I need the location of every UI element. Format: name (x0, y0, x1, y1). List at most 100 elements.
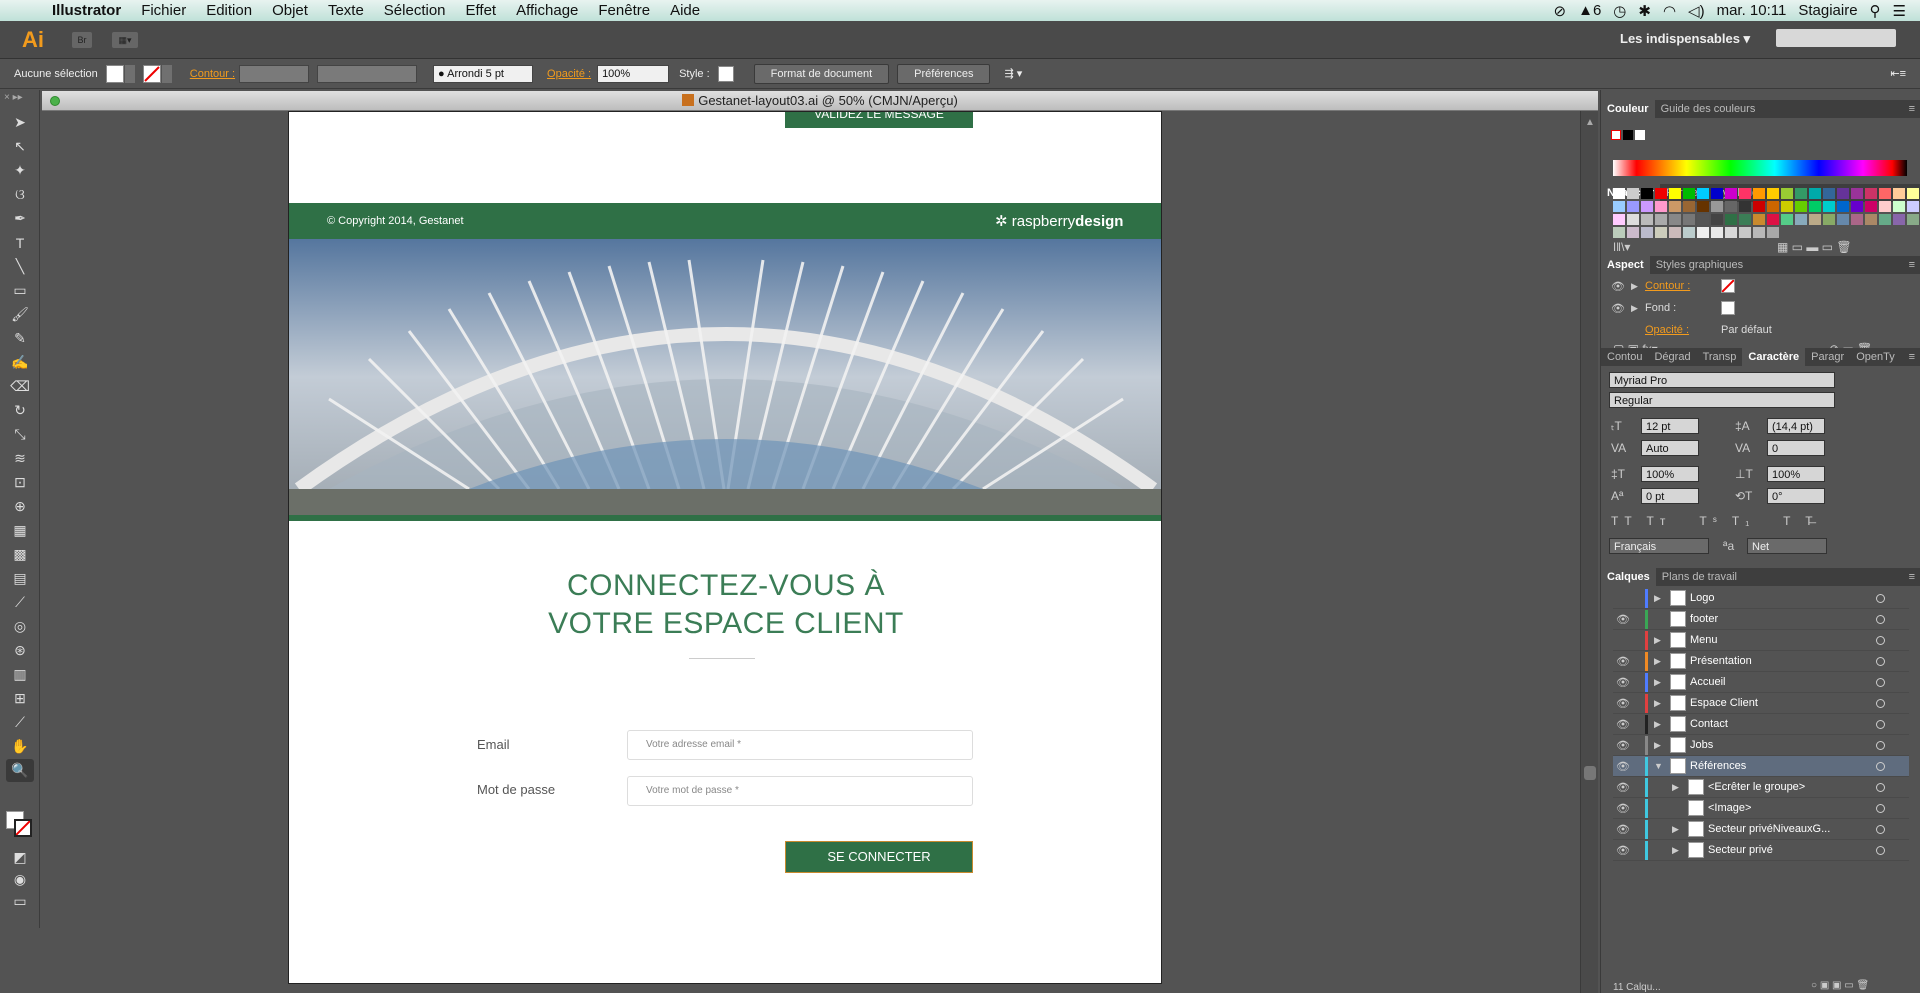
symbol-sprayer-tool-icon[interactable]: ⊛ (6, 639, 34, 662)
layer-name[interactable]: Contact (1690, 718, 1728, 730)
color-swatch[interactable] (1655, 214, 1667, 225)
color-swatch[interactable] (1739, 188, 1751, 199)
layer-row[interactable]: 👁 ▶ <Ecrêter le groupe> (1613, 777, 1909, 798)
brush-definition[interactable]: ● Arrondi 5 pt (433, 64, 534, 83)
color-swatch[interactable] (1669, 201, 1681, 212)
layers-menu-icon[interactable]: ≡ (1909, 571, 1920, 583)
draw-mode-icon[interactable]: ◉ (6, 868, 34, 891)
layer-name[interactable]: Accueil (1690, 676, 1725, 688)
color-swatch[interactable] (1907, 188, 1919, 199)
color-swatch[interactable] (1837, 214, 1849, 225)
layer-row[interactable]: 👁 ▶ Secteur privéNiveauxG... (1613, 819, 1909, 840)
expand-layer-icon[interactable]: ▶ (1654, 698, 1666, 709)
eye-icon[interactable]: 👁 (1613, 781, 1633, 794)
color-swatch[interactable] (1655, 188, 1667, 199)
preferences-button[interactable]: Préférences (897, 63, 991, 84)
color-panel-menu-icon[interactable]: ≡ (1909, 103, 1920, 115)
tab-contour[interactable]: Contou (1601, 348, 1648, 366)
color-swatch[interactable] (1669, 188, 1681, 199)
color-mode-icon[interactable]: ◩ (6, 846, 34, 869)
color-swatch[interactable] (1711, 214, 1723, 225)
aspect-opacity-label[interactable]: Opacité : (1645, 324, 1725, 336)
layer-name[interactable]: Jobs (1690, 739, 1713, 751)
artboard[interactable]: VALIDEZ LE MESSAGE © Copyright 2014, Ges… (288, 111, 1162, 984)
line-tool-icon[interactable]: ╲ (6, 255, 34, 278)
hand-tool-icon[interactable]: ✋ (6, 735, 34, 758)
color-swatch[interactable] (1683, 214, 1695, 225)
color-swatch[interactable] (1725, 214, 1737, 225)
tab-paragraphe[interactable]: Paragr (1805, 348, 1850, 366)
color-swatch[interactable] (1851, 214, 1863, 225)
color-swatch[interactable] (1837, 188, 1849, 199)
text-case-icons[interactable]: TT Tт Tˢ T₁ T T̶ (1611, 514, 1819, 528)
color-swatch[interactable] (1823, 201, 1835, 212)
tab-couleur[interactable]: Couleur (1601, 100, 1655, 118)
arrange-icon[interactable]: ⇶ ▾ (1004, 67, 1022, 80)
layer-row[interactable]: ▶ Logo (1613, 588, 1909, 609)
kerning-field[interactable]: Auto (1641, 440, 1699, 456)
vertical-scrollbar[interactable]: ▲ (1580, 111, 1598, 993)
color-swatch[interactable] (1697, 227, 1709, 238)
width-tool-icon[interactable]: ≋ (6, 447, 34, 470)
tab-plans-de-travail[interactable]: Plans de travail (1656, 568, 1743, 586)
color-swatch[interactable] (1893, 214, 1905, 225)
color-swatch[interactable] (1879, 214, 1891, 225)
type-tool-icon[interactable]: T (6, 231, 34, 254)
color-swatch[interactable] (1865, 188, 1877, 199)
eraser-tool-icon[interactable]: ⌫ (6, 375, 34, 398)
color-swatch[interactable] (1767, 214, 1779, 225)
blob-brush-tool-icon[interactable]: ✍ (6, 351, 34, 374)
user-name[interactable]: Stagiaire (1798, 2, 1857, 19)
target-icon[interactable] (1876, 803, 1885, 813)
panel-menu-icon[interactable]: ⇤≡ (1890, 67, 1906, 80)
tab-opentype[interactable]: OpenTy (1850, 348, 1901, 366)
color-swatch[interactable] (1767, 188, 1779, 199)
layer-name[interactable]: Menu (1690, 634, 1718, 646)
layer-name[interactable]: Secteur privéNiveauxG... (1708, 823, 1830, 835)
expand-icon[interactable]: ▶ (1631, 303, 1645, 314)
layer-name[interactable]: footer (1690, 613, 1718, 625)
layers-actions-icon[interactable]: ○ ▣ ▣ ▭ 🗑 (1811, 980, 1869, 991)
char-menu-icon[interactable]: ≡ (1909, 351, 1920, 363)
lasso-tool-icon[interactable]: ଓ (6, 183, 34, 206)
color-swatch[interactable] (1627, 214, 1639, 225)
target-icon[interactable] (1876, 782, 1885, 792)
aspect-stroke-swatch[interactable] (1721, 279, 1735, 293)
fill-dropdown[interactable] (124, 64, 135, 83)
menu-texte[interactable]: Texte (318, 0, 374, 21)
free-transform-tool-icon[interactable]: ⊡ (6, 471, 34, 494)
stroke-weight-field[interactable] (239, 64, 310, 83)
menu-selection[interactable]: Sélection (374, 0, 456, 21)
rectangle-tool-icon[interactable]: ▭ (6, 279, 34, 302)
eye-icon[interactable]: 👁 (1613, 613, 1633, 626)
layer-row[interactable]: 👁 ▶ Espace Client (1613, 693, 1909, 714)
window-zoom-icon[interactable] (50, 96, 60, 106)
shape-builder-tool-icon[interactable]: ⊕ (6, 495, 34, 518)
target-icon[interactable] (1876, 677, 1885, 687)
menu-affichage[interactable]: Affichage (506, 0, 588, 21)
target-icon[interactable] (1876, 593, 1885, 603)
color-swatch[interactable] (1697, 201, 1709, 212)
layer-row[interactable]: 👁 ▶ Présentation (1613, 651, 1909, 672)
selection-tool-icon[interactable]: ➤ (6, 111, 34, 134)
color-swatch[interactable] (1669, 227, 1681, 238)
layer-row[interactable]: 👁 ▶ Secteur privé (1613, 840, 1909, 861)
aspect-opacity-row[interactable]: Opacité : Par défaut (1611, 320, 1909, 340)
expand-layer-icon[interactable]: ▼ (1654, 761, 1666, 771)
color-swatch[interactable] (1879, 201, 1891, 212)
color-swatch[interactable] (1739, 201, 1751, 212)
eye-icon[interactable]: 👁 (1613, 697, 1633, 710)
variable-width-field[interactable] (317, 64, 418, 83)
font-family-dropdown[interactable]: Myriad Pro (1609, 372, 1835, 388)
tab-calques[interactable]: Calques (1601, 568, 1656, 586)
color-swatch[interactable] (1823, 214, 1835, 225)
rotate-tool-icon[interactable]: ↻ (6, 399, 34, 422)
color-swatch[interactable] (1697, 188, 1709, 199)
color-swatch[interactable] (1613, 227, 1625, 238)
eyedropper-tool-icon[interactable]: ⟋ (6, 591, 34, 614)
color-swatch[interactable] (1613, 188, 1625, 199)
perspective-grid-tool-icon[interactable]: ▦ (6, 519, 34, 542)
color-swatch[interactable] (1823, 188, 1835, 199)
mesh-tool-icon[interactable]: ▩ (6, 543, 34, 566)
expand-layer-icon[interactable]: ▶ (1654, 740, 1666, 751)
